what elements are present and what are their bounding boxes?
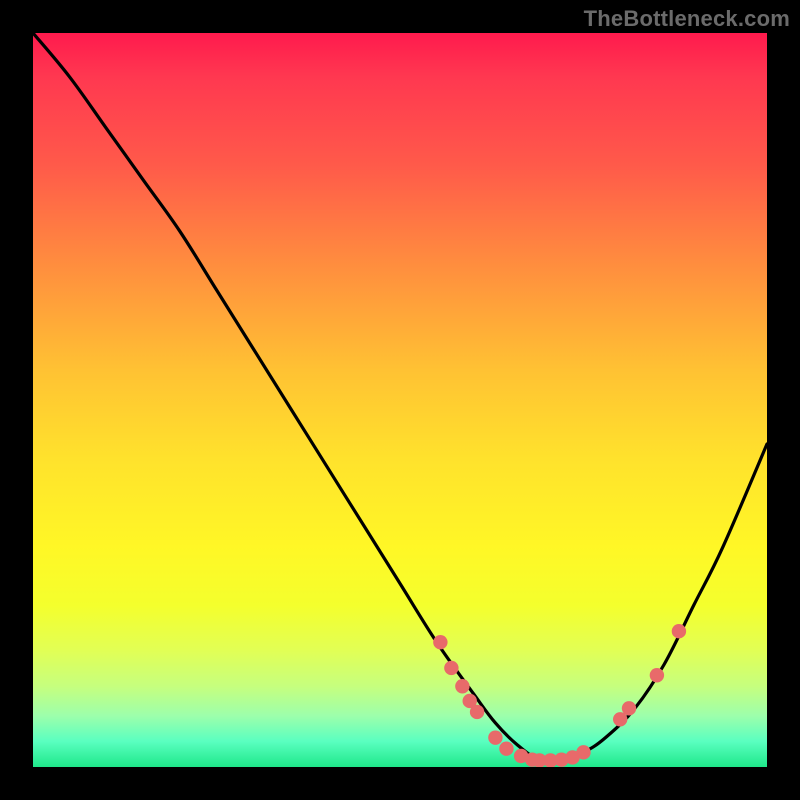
data-marker — [622, 701, 636, 715]
data-marker — [433, 635, 447, 649]
bottleneck-curve-path — [33, 33, 767, 761]
data-marker — [672, 624, 686, 638]
data-marker — [444, 661, 458, 675]
chart-frame: TheBottleneck.com — [0, 0, 800, 800]
data-marker — [499, 741, 513, 755]
data-marker — [576, 745, 590, 759]
marker-group — [433, 624, 686, 767]
data-marker — [470, 705, 484, 719]
curve-layer — [33, 33, 767, 767]
data-marker — [455, 679, 469, 693]
gradient-plot-area — [33, 33, 767, 767]
data-marker — [650, 668, 664, 682]
data-marker — [488, 730, 502, 744]
watermark-text: TheBottleneck.com — [584, 6, 790, 32]
